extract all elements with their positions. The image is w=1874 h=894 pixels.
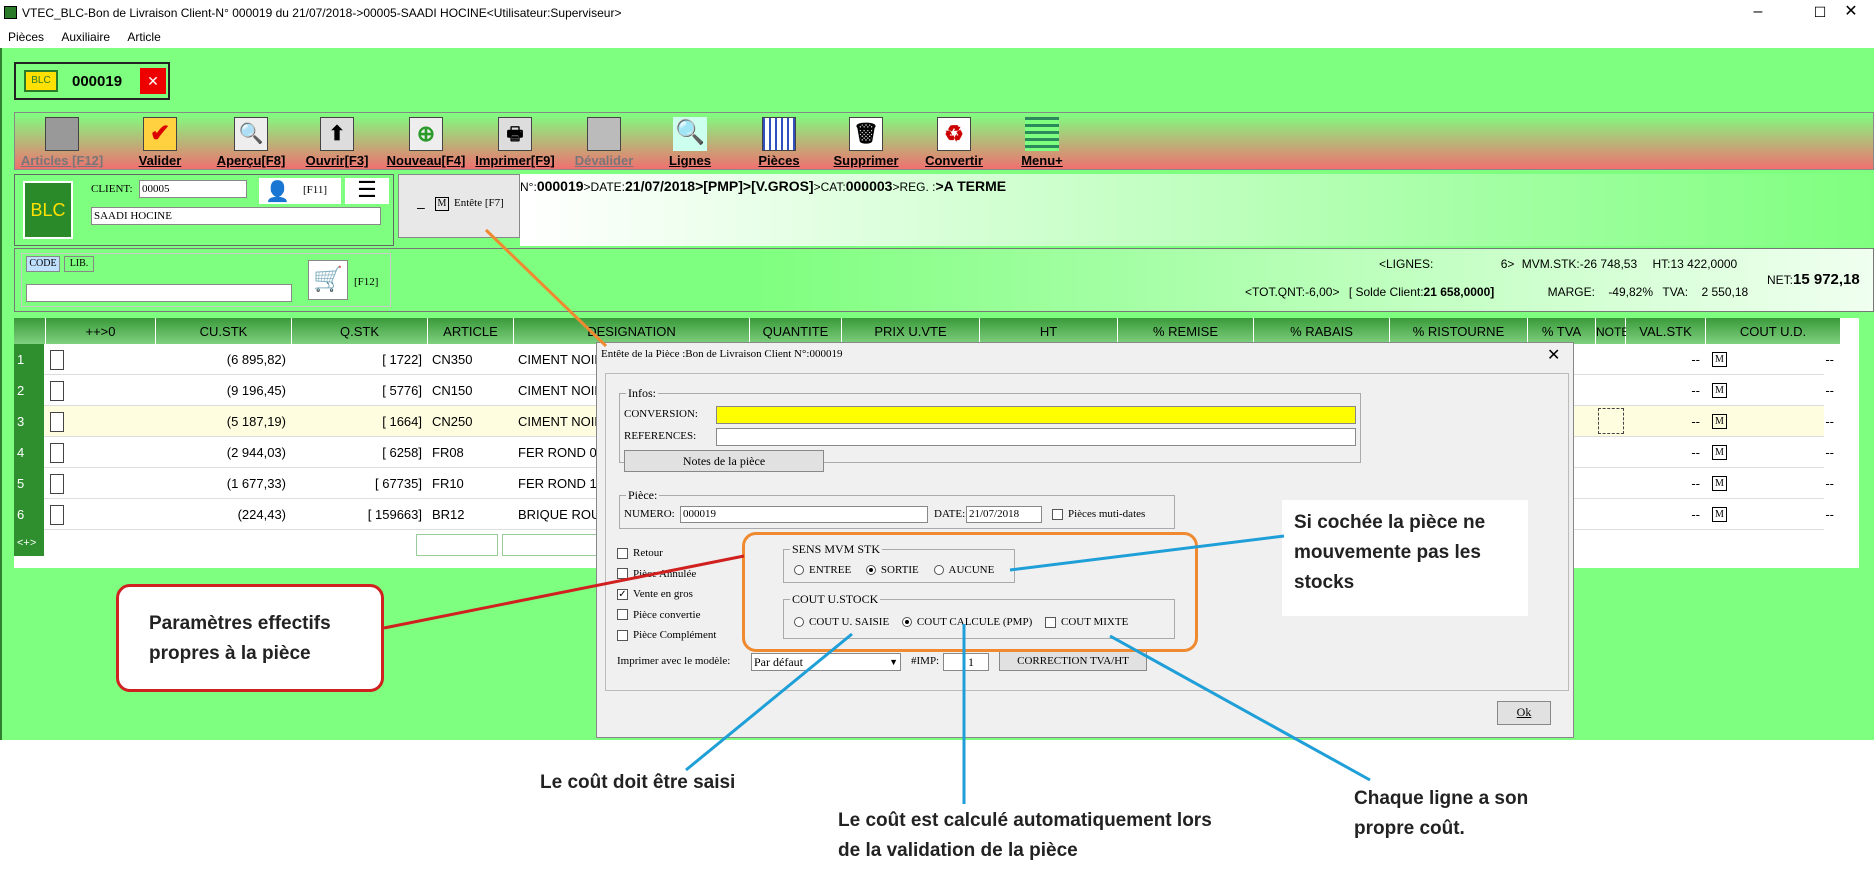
annotation-arrows [383, 228, 1371, 804]
blue-arrow-aucune [1009, 534, 1285, 572]
blue-arrow-mixte [1109, 634, 1371, 782]
orange-arrow [484, 228, 608, 348]
red-arrow [383, 554, 745, 630]
blue-arrow-saisie [685, 632, 853, 772]
